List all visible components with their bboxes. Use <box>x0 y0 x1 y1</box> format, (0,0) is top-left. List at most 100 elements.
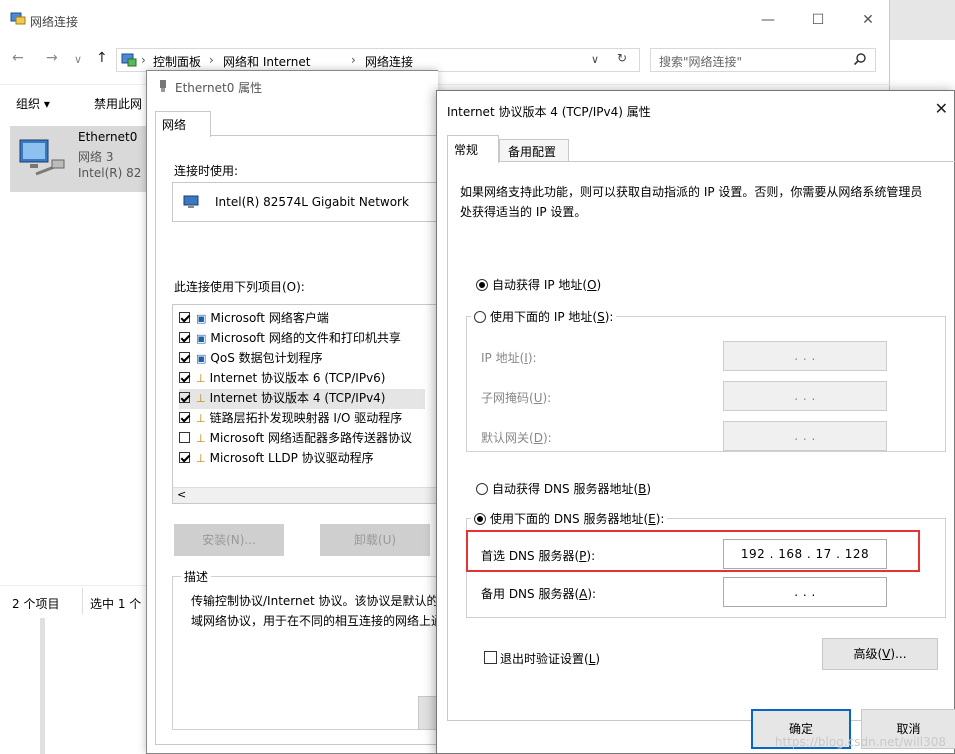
connect-using-label: 连接时使用: <box>174 164 239 178</box>
dialog-title: Internet 协议版本 4 (TCP/IPv4) 属性 <box>447 105 651 119</box>
adapter-field: Intel(R) 82574L Gigabit Network <box>172 182 440 222</box>
tab-network[interactable]: 网络 <box>155 111 211 137</box>
qos-icon: ▣ <box>196 352 207 365</box>
checkbox[interactable] <box>179 332 190 343</box>
protocol-icon: ⊥ <box>196 452 206 465</box>
ethernet-properties-dialog: Ethernet0 属性 网络 连接时使用: Intel(R) 82574L G… <box>146 70 451 754</box>
connection-name: Ethernet0 <box>78 130 138 144</box>
network-connections-icon <box>10 12 26 26</box>
list-item[interactable]: ⊥ Internet 协议版本 6 (TCP/IPv6) <box>179 369 385 389</box>
radio[interactable] <box>476 483 488 495</box>
connection-network: 网络 3 <box>78 150 114 164</box>
description-group: 描述 传输控制协议/Internet 协议。该协议是默认的广域网络协议，用于在不… <box>172 568 451 730</box>
auto-ip-radio[interactable]: 自动获得 IP 地址(O) <box>476 276 601 293</box>
scroll-left-icon[interactable]: < <box>177 488 186 501</box>
breadcrumb-sep: › <box>141 53 146 67</box>
network-client-icon: ▣ <box>196 312 207 325</box>
manual-ip-group: 使用下面的 IP 地址(S): IP 地址(I): . . . 子网掩码(U):… <box>466 308 946 452</box>
checkbox[interactable] <box>179 372 190 383</box>
protocol-icon: ⊥ <box>196 372 206 385</box>
checkbox[interactable] <box>179 312 190 323</box>
search-input[interactable]: 搜索"网络连接" <box>650 48 876 72</box>
address-bar[interactable]: › 控制面板 › 网络和 Internet › 网络连接 ∨ ↻ <box>116 48 640 72</box>
desktop-background <box>890 0 955 40</box>
close-button[interactable]: ✕ <box>856 8 880 32</box>
watermark: https://blog.csdn.net/will308 <box>774 735 946 749</box>
disable-device-button[interactable]: 禁用此网 <box>94 95 142 112</box>
dialog-title: Ethernet0 属性 <box>175 81 263 95</box>
radio[interactable] <box>474 311 486 323</box>
default-gateway-label: 默认网关(D): <box>481 431 552 445</box>
tab-alternate-config[interactable]: 备用配置 <box>499 139 569 162</box>
checkbox[interactable] <box>179 352 190 363</box>
alternate-dns-input[interactable]: . . . <box>723 577 887 607</box>
list-item-selected[interactable]: ⊥ Internet 协议版本 4 (TCP/IPv4) <box>179 389 425 409</box>
refresh-icon[interactable]: ↻ <box>617 51 627 65</box>
subnet-mask-input[interactable]: . . . <box>723 381 887 411</box>
status-divider <box>82 588 83 614</box>
protocol-icon: ⊥ <box>196 432 206 445</box>
network-tab-panel: 连接时使用: Intel(R) 82574L Gigabit Network 此… <box>155 135 451 745</box>
organize-menu[interactable]: 组织 ▾ <box>16 95 50 112</box>
horizontal-scrollbar[interactable]: < <box>173 487 441 503</box>
breadcrumb-control-panel[interactable]: 控制面板 <box>153 53 201 70</box>
close-icon[interactable]: ✕ <box>935 99 948 118</box>
file-sharing-icon: ▣ <box>196 332 207 345</box>
manual-dns-radio[interactable]: 使用下面的 DNS 服务器地址(E): <box>471 510 668 527</box>
up-arrow-icon[interactable]: ↑ <box>96 50 108 66</box>
minimize-button[interactable]: — <box>756 8 780 32</box>
selected-count: 选中 1 个 <box>90 597 142 611</box>
list-item[interactable]: ⊥ 链路层拓扑发现映射器 I/O 驱动程序 <box>179 409 402 429</box>
ethernet-properties-icon <box>157 79 169 96</box>
radio-selected[interactable] <box>476 279 488 291</box>
general-tab-panel: 如果网络支持此功能，则可以获取自动指派的 IP 设置。否则，你需要从网络系统管理… <box>447 161 955 721</box>
checkbox[interactable] <box>179 392 190 403</box>
search-icon <box>853 52 867 69</box>
ip-address-input[interactable]: . . . <box>723 341 887 371</box>
breadcrumb-sep: › <box>351 53 356 67</box>
address-dropdown-icon[interactable]: ∨ <box>591 53 599 66</box>
breadcrumb-sep: › <box>209 53 214 67</box>
tab-general[interactable]: 常规 <box>447 135 499 163</box>
ethernet-adapter-icon <box>16 134 68 187</box>
radio-selected[interactable] <box>474 513 486 525</box>
network-adapter-icon <box>183 194 199 213</box>
breadcrumb-network-internet[interactable]: 网络和 Internet <box>223 53 310 70</box>
checkbox[interactable] <box>484 651 497 664</box>
search-placeholder: 搜索"网络连接" <box>659 55 743 69</box>
control-panel-icon <box>121 52 137 71</box>
list-item[interactable]: ⊥ Microsoft 网络适配器多路传送器协议 <box>179 429 412 449</box>
description-label: 描述 <box>181 568 212 585</box>
maximize-button[interactable]: ☐ <box>806 8 830 32</box>
list-item[interactable]: ▣ QoS 数据包计划程序 <box>179 349 323 369</box>
advanced-button[interactable]: 高级(V)... <box>822 638 938 670</box>
manual-ip-radio[interactable]: 使用下面的 IP 地址(S): <box>471 308 617 325</box>
explorer-shadow-edge <box>40 618 45 754</box>
back-arrow-icon[interactable]: ← <box>12 50 24 66</box>
protocol-icon: ⊥ <box>196 412 206 425</box>
default-gateway-input[interactable]: . . . <box>723 421 887 451</box>
red-highlight-box <box>466 530 920 572</box>
description-text: 传输控制协议/Internet 协议。该协议是默认的广域网络协议，用于在不同的相… <box>191 594 451 628</box>
ipv4-properties-dialog: Internet 协议版本 4 (TCP/IPv4) 属性 ✕ 常规 备用配置 … <box>436 90 955 754</box>
forward-arrow-icon[interactable]: → <box>46 50 58 66</box>
checkbox[interactable] <box>179 452 190 463</box>
connection-item-ethernet0[interactable]: Ethernet0 网络 3 Intel(R) 82 <box>10 126 156 192</box>
breadcrumb-network-connections[interactable]: 网络连接 <box>365 53 413 70</box>
checkbox[interactable] <box>179 432 190 443</box>
components-list[interactable]: ▣ Microsoft 网络客户端 ▣ Microsoft 网络的文件和打印机共享 … <box>172 304 441 504</box>
list-item[interactable]: ⊥ Microsoft LLDP 协议驱动程序 <box>179 449 374 469</box>
recent-locations-icon[interactable]: ∨ <box>74 53 82 66</box>
adapter-name: Intel(R) 82574L Gigabit Network <box>215 195 409 209</box>
list-item[interactable]: ▣ Microsoft 网络的文件和打印机共享 <box>179 329 401 349</box>
uninstall-button[interactable]: 卸载(U) <box>320 524 430 556</box>
list-item[interactable]: ▣ Microsoft 网络客户端 <box>179 309 329 329</box>
intro-text: 如果网络支持此功能，则可以获取自动指派的 IP 设置。否则，你需要从网络系统管理… <box>460 185 923 219</box>
auto-dns-radio[interactable]: 自动获得 DNS 服务器地址(B) <box>476 480 651 497</box>
install-button[interactable]: 安装(N)... <box>174 524 284 556</box>
protocol-icon: ⊥ <box>196 392 206 405</box>
checkbox[interactable] <box>179 412 190 423</box>
validate-settings-checkbox[interactable]: 退出时验证设置(L) <box>484 650 600 667</box>
items-label: 此连接使用下列项目(O): <box>174 280 305 294</box>
alternate-dns-label: 备用 DNS 服务器(A): <box>481 587 597 601</box>
